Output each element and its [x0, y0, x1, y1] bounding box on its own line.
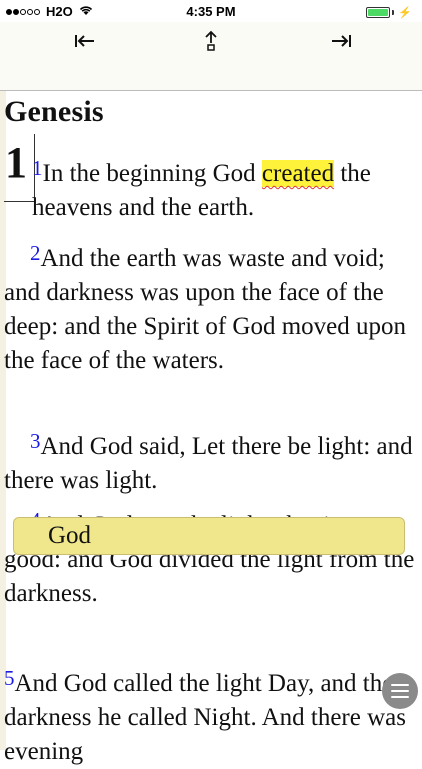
- verse-text: And God called the light Day, and the da…: [4, 670, 406, 765]
- charging-bolt-icon: ⚡: [398, 7, 412, 19]
- up-arrow-box-icon: [203, 30, 219, 52]
- study-note-box[interactable]: God: [13, 517, 405, 555]
- reader-toolbar: [0, 22, 422, 60]
- book-title: Genesis: [4, 95, 104, 128]
- arrow-left-bar-icon: [74, 33, 96, 49]
- verse-1[interactable]: 1In the beginning God created the heaven…: [32, 151, 422, 225]
- share-button[interactable]: [196, 28, 226, 54]
- toolbar-divider: [0, 90, 422, 91]
- hamburger-icon: [391, 684, 409, 686]
- page-margin-band: [0, 91, 6, 750]
- verse-number: 3: [30, 429, 41, 453]
- verse-text: And God said, Let there be light: and th…: [4, 433, 413, 494]
- status-time: 4:35 PM: [186, 4, 236, 19]
- chapter-number: 1: [5, 138, 27, 187]
- verse-3[interactable]: 3And God said, Let there be light: and t…: [4, 424, 422, 498]
- verse-2[interactable]: 2And the earth was waste and void; and d…: [4, 236, 422, 378]
- hamburger-line: [391, 690, 409, 692]
- menu-button[interactable]: [382, 673, 418, 709]
- chapter-underline: [4, 201, 35, 202]
- verse-text: And the earth was waste and void; and da…: [4, 245, 407, 374]
- hamburger-line: [391, 696, 409, 698]
- battery-icon: ⚡: [366, 6, 412, 19]
- verse-number: 5: [4, 666, 15, 690]
- verse-number: 1: [32, 156, 43, 180]
- verse-5[interactable]: 5And God called the light Day, and the d…: [4, 661, 422, 769]
- previous-chapter-button[interactable]: [70, 28, 100, 54]
- next-chapter-button[interactable]: [326, 28, 356, 54]
- verse-number: 2: [30, 241, 41, 265]
- status-bar: H2O 4:35 PM ⚡: [0, 0, 422, 22]
- highlighted-word[interactable]: created: [261, 160, 335, 187]
- arrow-right-bar-icon: [330, 33, 352, 49]
- toolbar-spacer: [0, 60, 422, 90]
- verse-text: In the beginning God: [42, 160, 262, 187]
